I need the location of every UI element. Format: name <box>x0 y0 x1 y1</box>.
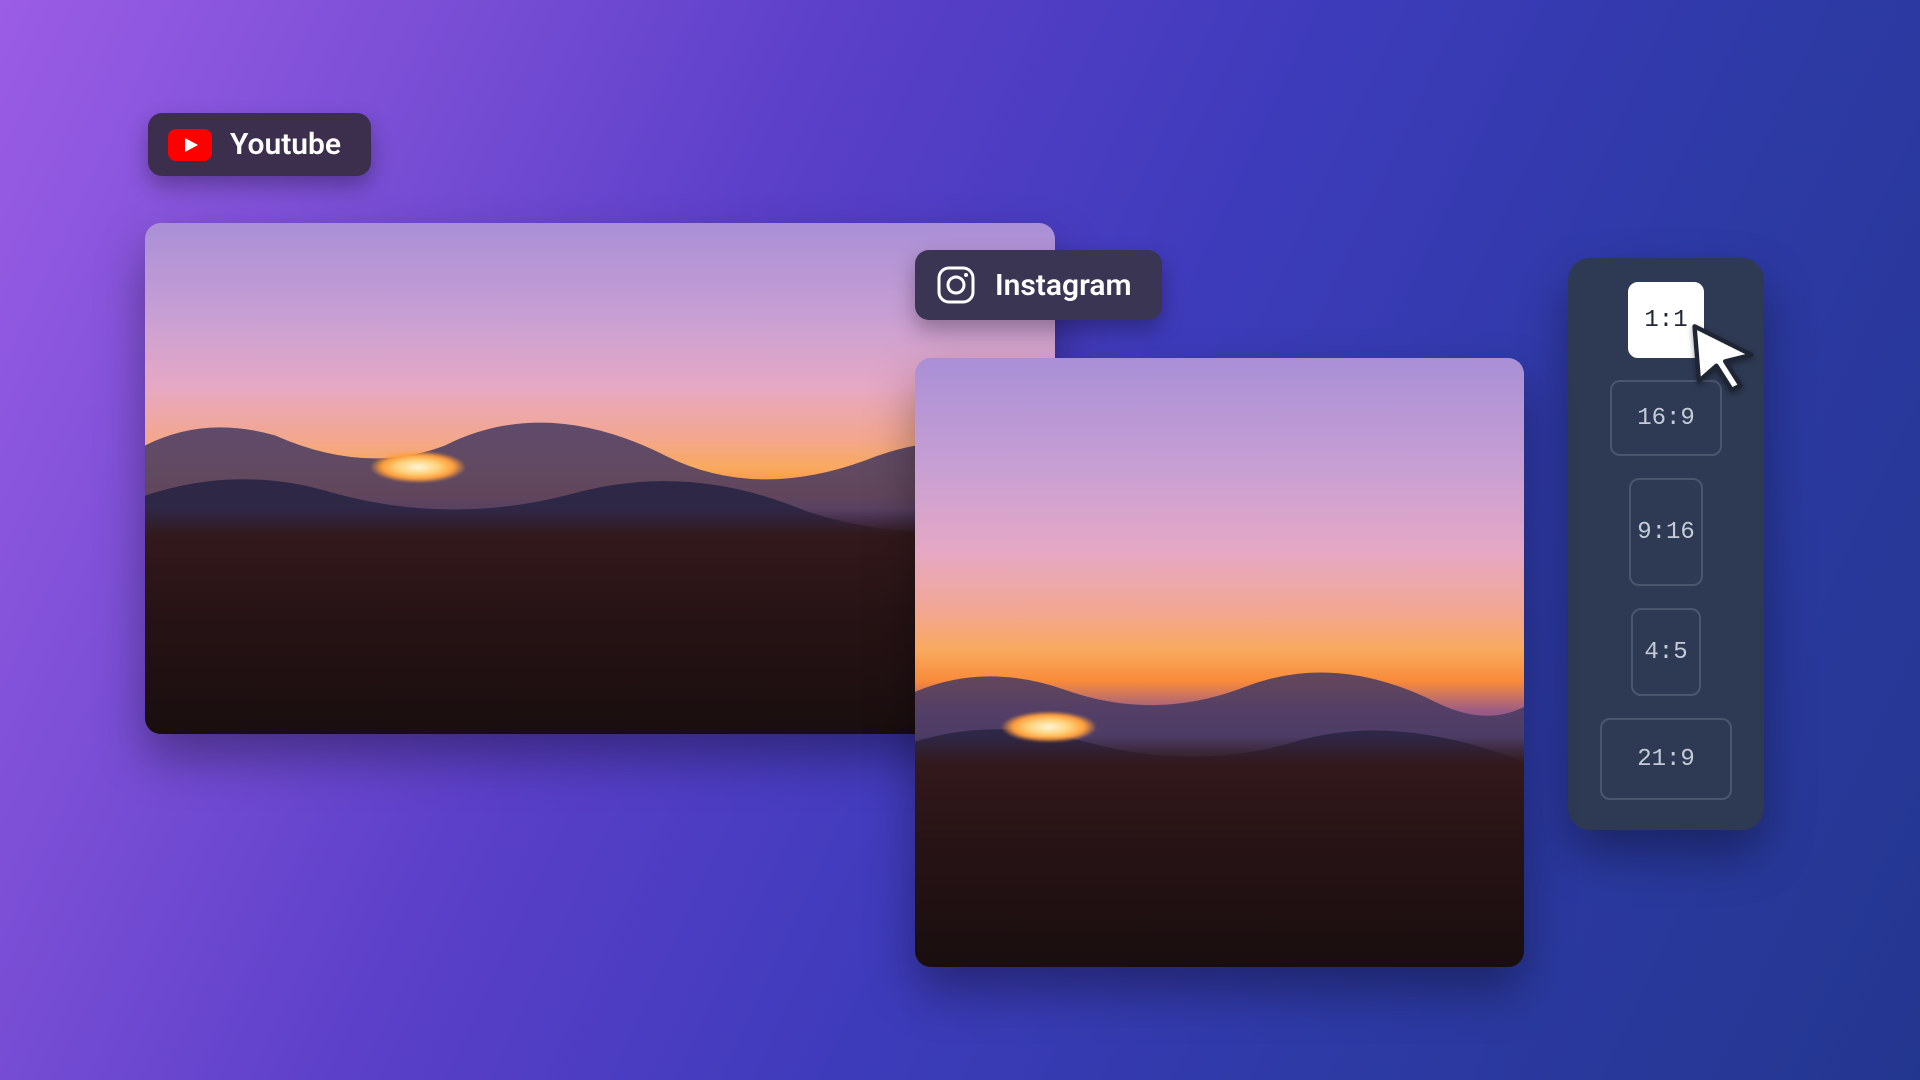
aspect-ratio-option-1-1[interactable]: 1:1 <box>1628 282 1704 358</box>
platform-chip-label: Youtube <box>230 127 341 162</box>
platform-chip-instagram[interactable]: Instagram <box>915 250 1162 320</box>
aspect-ratio-option-21-9[interactable]: 21:9 <box>1600 718 1732 800</box>
aspect-ratio-panel: 1:1 16:9 9:16 4:5 21:9 <box>1568 258 1764 830</box>
aspect-ratio-option-4-5[interactable]: 4:5 <box>1631 608 1701 696</box>
preview-instagram-1-1 <box>915 358 1524 967</box>
instagram-icon <box>935 264 977 306</box>
aspect-ratio-option-9-16[interactable]: 9:16 <box>1629 478 1703 586</box>
foreground-terrain <box>915 736 1524 967</box>
preview-image <box>915 358 1524 967</box>
sun-glow <box>358 443 478 483</box>
platform-chip-label: Instagram <box>995 268 1132 303</box>
youtube-icon <box>168 129 212 161</box>
platform-chip-youtube[interactable]: Youtube <box>148 113 371 176</box>
aspect-ratio-option-16-9[interactable]: 16:9 <box>1610 380 1722 456</box>
